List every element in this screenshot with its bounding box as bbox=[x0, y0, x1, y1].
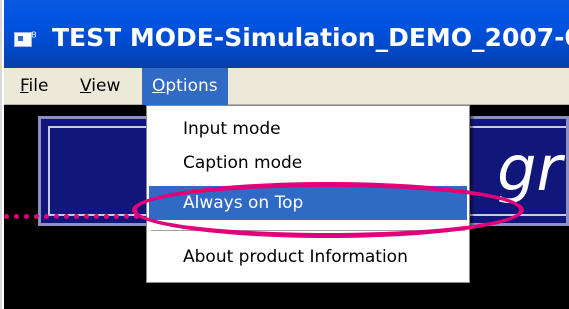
options-dropdown-menu: Input mode Caption mode Always on Top Ab… bbox=[146, 105, 470, 283]
menu-bar: File View Options bbox=[4, 68, 569, 105]
app-window: ⁸ TEST MODE-Simulation_DEMO_2007-000 Fil… bbox=[4, 0, 569, 309]
menu-file[interactable]: File bbox=[10, 68, 58, 105]
menu-view-mnemonic: V bbox=[80, 76, 92, 96]
left-edge-line bbox=[0, 0, 2, 309]
title-bar[interactable]: ⁸ TEST MODE-Simulation_DEMO_2007-000 bbox=[4, 0, 569, 68]
banner-text: gr bbox=[497, 132, 562, 205]
menu-view[interactable]: View bbox=[70, 68, 130, 105]
menu-options-label-rest: ptions bbox=[165, 76, 218, 96]
menu-item-input-mode[interactable]: Input mode bbox=[149, 112, 467, 146]
window-title: TEST MODE-Simulation_DEMO_2007-000 bbox=[52, 23, 569, 52]
annotation-dotted-line bbox=[4, 214, 139, 219]
menu-item-always-on-top[interactable]: Always on Top bbox=[149, 186, 467, 220]
app-icon-glyph: ⁸ bbox=[31, 30, 37, 46]
menu-item-about-product-information[interactable]: About product Information bbox=[149, 240, 467, 274]
app-window-icon[interactable] bbox=[14, 32, 32, 47]
menu-separator bbox=[151, 230, 465, 232]
menu-item-caption-mode[interactable]: Caption mode bbox=[149, 146, 467, 180]
screenshot: ⁸ TEST MODE-Simulation_DEMO_2007-000 Fil… bbox=[0, 0, 569, 309]
menu-file-label-rest: ile bbox=[28, 76, 49, 96]
menu-file-mnemonic: F bbox=[20, 76, 29, 96]
menu-view-label-rest: iew bbox=[91, 76, 121, 96]
menu-options[interactable]: Options bbox=[142, 68, 228, 105]
menu-options-mnemonic: O bbox=[152, 76, 166, 96]
